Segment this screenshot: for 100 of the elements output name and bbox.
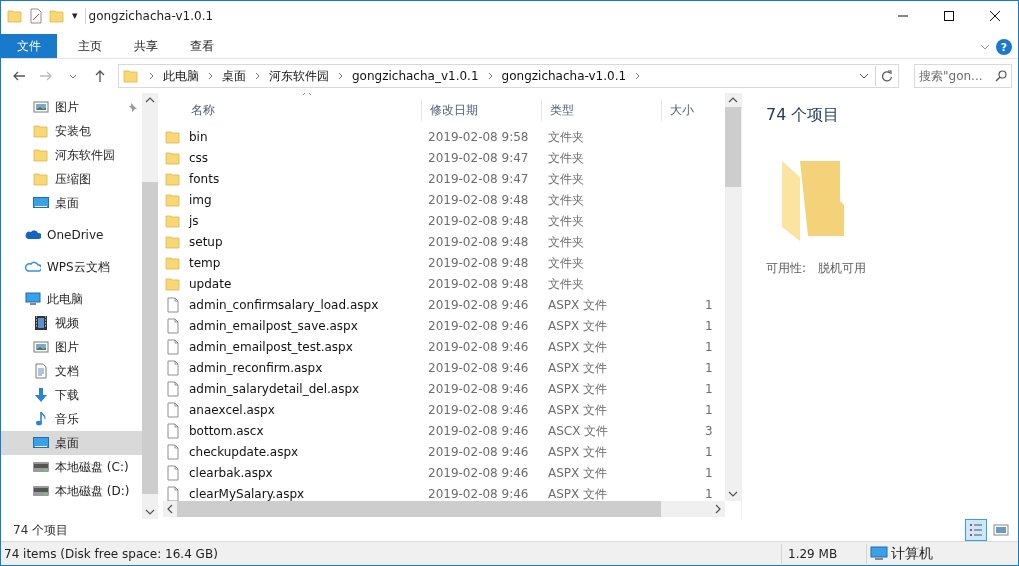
chevron-right-icon[interactable]	[337, 72, 344, 80]
sidebar-item[interactable]: 本地磁盘 (D:)	[1, 479, 142, 503]
folder-icon	[165, 150, 181, 167]
file-date: 2019-02-08 9:46	[427, 402, 530, 420]
breadcrumb-segment[interactable]: 此电脑	[160, 67, 202, 85]
ribbon-tab[interactable]: 共享	[123, 34, 169, 58]
file-size: 1	[704, 339, 714, 357]
property-label: 可用性:	[766, 260, 807, 277]
file-name[interactable]: clearbak.aspx	[183, 464, 421, 483]
file-name[interactable]: checkupdate.aspx	[183, 443, 421, 462]
file-name[interactable]: admin_emailpost_test.aspx	[183, 338, 421, 357]
file-name[interactable]: css	[183, 149, 421, 168]
sidebar-item[interactable]: 下载	[1, 383, 142, 407]
sidebar-item[interactable]: 视频	[1, 311, 142, 335]
chevron-right-icon[interactable]	[486, 72, 494, 80]
file-name[interactable]: setup	[183, 233, 421, 252]
file-type: ASPX 文件	[547, 360, 609, 378]
file-date: 2019-02-08 9:47	[427, 150, 530, 168]
search-field[interactable]: 搜索"gon...	[914, 64, 1012, 88]
file-name[interactable]: img	[183, 191, 421, 210]
drive-icon	[33, 483, 49, 499]
file-name[interactable]: bin	[183, 128, 421, 147]
details-view-icon	[968, 522, 984, 538]
sidebar-item[interactable]: 安装包	[1, 119, 142, 143]
music-note-icon	[33, 411, 49, 427]
scrollbar-thumb[interactable]	[142, 182, 158, 494]
file-type: ASPX 文件	[547, 381, 609, 399]
file-date: 2019-02-08 9:46	[427, 297, 530, 315]
chevron-right-icon[interactable]	[207, 72, 214, 80]
view-button[interactable]	[965, 519, 987, 541]
chevron-right-icon[interactable]	[254, 72, 261, 80]
sidebar-item[interactable]: 音乐	[1, 407, 142, 431]
help-button[interactable]: ?	[996, 39, 1012, 55]
sidebar-item[interactable]: 文档	[1, 359, 142, 383]
sidebar-item[interactable]: OneDrive	[1, 223, 142, 247]
file-name[interactable]: admin_salarydetail_del.aspx	[183, 380, 421, 399]
folder-icon	[33, 171, 49, 187]
sidebar-item[interactable]: 图片	[1, 335, 142, 359]
file-size: 1	[704, 381, 714, 399]
column-header[interactable]: 名称	[191, 100, 215, 119]
file-name[interactable]: update	[183, 275, 421, 294]
column-header[interactable]: 修改日期	[421, 98, 541, 121]
file-type: 文件夹	[547, 171, 585, 189]
file-name[interactable]: clearMySalary.aspx	[183, 485, 421, 501]
file-name[interactable]: temp	[183, 254, 421, 273]
file-name[interactable]: fonts	[183, 170, 421, 189]
file-date: 2019-02-08 9:46	[427, 444, 530, 462]
file-icon	[165, 486, 181, 501]
properties-icon[interactable]	[29, 8, 43, 24]
file-name[interactable]: anaexcel.aspx	[183, 401, 421, 420]
folder-icon	[165, 234, 181, 251]
file-icon	[165, 360, 181, 377]
file-icon	[165, 423, 181, 440]
status-location: 计算机	[891, 544, 933, 563]
chevron-right-icon[interactable]	[148, 72, 155, 80]
file-date: 2019-02-08 9:46	[427, 339, 530, 357]
scrollbar[interactable]	[142, 93, 158, 519]
folder-icon	[165, 192, 181, 209]
breadcrumb-segment[interactable]: 河东软件园	[266, 67, 332, 85]
breadcrumb-segment[interactable]: gongzichacha-v1.0.1	[498, 67, 630, 85]
scrollbar[interactable]	[725, 93, 741, 501]
sidebar-item[interactable]: WPS云文档	[1, 255, 142, 279]
sidebar-item[interactable]: 此电脑	[1, 287, 142, 311]
file-menu-tab[interactable]: 文件	[1, 34, 57, 58]
refresh-icon[interactable]	[881, 70, 893, 82]
cloud-icon	[25, 259, 41, 275]
file-date: 2019-02-08 9:46	[427, 465, 530, 483]
chevron-down-icon[interactable]	[859, 72, 869, 80]
file-type: ASPX 文件	[547, 339, 609, 357]
file-icon	[165, 297, 181, 314]
property-value: 脱机可用	[818, 260, 867, 277]
toolbar-dropdown[interactable]: ▾	[71, 6, 79, 26]
sidebar-item[interactable]: 河东软件园	[1, 143, 142, 167]
ribbon-tab[interactable]: 查看	[179, 34, 225, 58]
file-name[interactable]: admin_confirmsalary_load.aspx	[183, 296, 421, 315]
ribbon-tab[interactable]: 主页	[67, 34, 113, 58]
file-name[interactable]: bottom.ascx	[183, 422, 421, 441]
desktop-icon	[33, 195, 49, 211]
breadcrumb-segment[interactable]: 桌面	[219, 67, 249, 85]
breadcrumb-segment[interactable]: gongzichacha_v1.0.1	[349, 67, 482, 85]
file-date: 2019-02-08 9:46	[427, 381, 530, 399]
file-type: 文件夹	[547, 255, 585, 273]
file-type: 文件夹	[547, 150, 585, 168]
sidebar-item[interactable]: 压缩图	[1, 167, 142, 191]
file-date: 2019-02-08 9:58	[427, 129, 530, 147]
chevron-right-icon[interactable]	[634, 72, 642, 80]
sidebar-item[interactable]: 本地磁盘 (C:)	[1, 455, 142, 479]
file-name[interactable]: admin_emailpost_save.aspx	[183, 317, 421, 336]
file-name[interactable]: admin_reconfirm.aspx	[183, 359, 421, 378]
sidebar-item[interactable]: 图片	[1, 95, 142, 119]
file-size: 3	[704, 423, 714, 441]
file-type: ASPX 文件	[547, 402, 609, 420]
scrollbar-thumb[interactable]	[725, 107, 741, 187]
file-name[interactable]: js	[183, 212, 421, 231]
sidebar-item[interactable]: 桌面	[1, 431, 142, 455]
close-icon	[990, 11, 1000, 21]
picture-icon	[33, 99, 49, 115]
sidebar-item[interactable]: 桌面	[1, 191, 142, 215]
folder-icon	[33, 147, 49, 163]
column-header[interactable]: 类型	[541, 98, 661, 121]
